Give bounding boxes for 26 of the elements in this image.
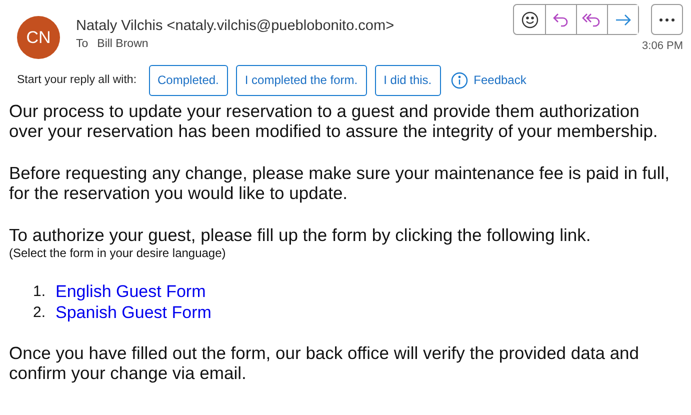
reply-all-icon xyxy=(582,10,602,28)
recipient-name: Bill Brown xyxy=(97,38,148,50)
form-link[interactable]: Spanish Guest Form xyxy=(56,302,212,323)
reply-prompt: Start your reply all with: xyxy=(17,74,137,86)
to-label: To xyxy=(76,38,88,50)
more-icon xyxy=(659,18,675,22)
list-number: 1. xyxy=(33,282,46,302)
body-paragraph: To authorize your guest, please fill up the form by clicking the following link. xyxy=(9,225,592,245)
body-paragraph: Before requesting any change, please make sure your maintenance fee is paid in full, for the reservation you would like to update. xyxy=(9,163,671,203)
sent-time: 3:06 PM xyxy=(642,40,683,52)
feedback-link[interactable]: Feedback xyxy=(474,73,526,87)
body-paragraph: Our process to update your reservation to a guest and provide them authorization over your reservation has been modified to assure the integrity of your membership. xyxy=(9,101,659,141)
sender-avatar: CN xyxy=(17,16,60,59)
note-text: (Select the form in your desire language) xyxy=(9,245,227,261)
reply-icon xyxy=(552,10,570,28)
smiley-icon xyxy=(520,10,538,28)
form-link[interactable]: English Guest Form xyxy=(56,281,206,302)
info-icon xyxy=(450,72,468,88)
forward-button[interactable] xyxy=(607,5,638,34)
suggested-reply-button[interactable]: I did this. xyxy=(374,64,441,96)
body-paragraph: Once you have filled out the form, our back office will verify the provided data and confirm your change via email. xyxy=(9,343,640,383)
suggested-reply-button[interactable]: Completed. xyxy=(148,64,228,96)
sender-name: Nataly Vilchis <nataly.vilchis@pueblobonito.com> xyxy=(76,18,396,34)
list-number: 2. xyxy=(33,303,46,323)
suggested-reply-button[interactable]: I completed the form. xyxy=(236,64,367,96)
more-button[interactable] xyxy=(651,4,683,35)
